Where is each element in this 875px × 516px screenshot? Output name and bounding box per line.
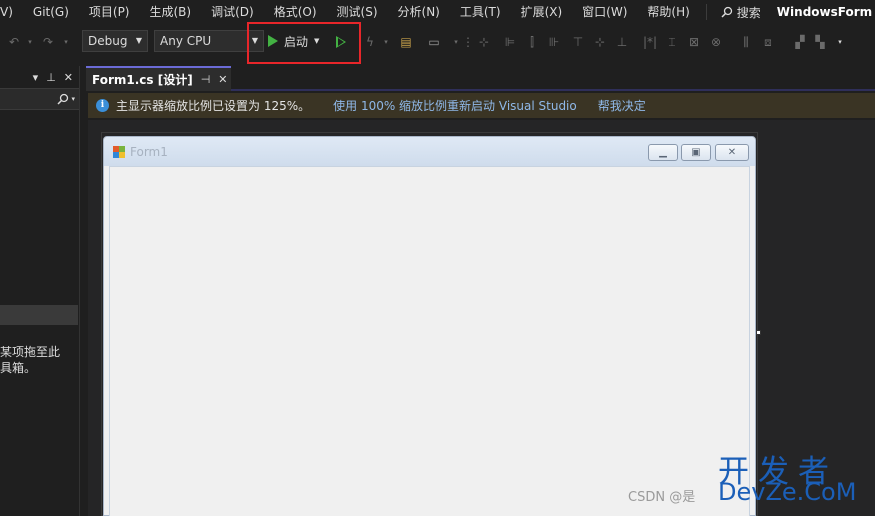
menu-tools[interactable]: 工具(T) [450,0,511,24]
tab-title: Form1.cs [设计] [92,73,193,87]
menu-view[interactable]: V) [0,0,23,24]
info-bar: i 主显示器缩放比例已设置为 125%。 使用 100% 缩放比例重新启动 Vi… [88,93,875,118]
toolbox-empty-hint: 某项拖至此 具箱。 [0,345,61,375]
chevron-down-icon[interactable]: ▾ [71,95,75,103]
restart-at-100-link[interactable]: 使用 100% 缩放比例重新启动 Visual Studio [333,97,577,114]
info-icon: i [96,99,109,112]
toolbar-overflow-icon[interactable]: ▾ [832,34,848,50]
window-layout-icon[interactable]: ▭ [426,34,442,50]
maximize-icon[interactable]: ▣ [681,144,711,161]
watermark-csdn: CSDN @是 [628,490,696,505]
menu-extensions[interactable]: 扩展(X) [511,0,573,24]
redo-dropdown-icon[interactable]: ▾ [58,34,74,50]
send-to-back-icon[interactable]: ▚ [812,34,828,50]
redo-icon[interactable]: ↷ [40,34,56,50]
make-same-height-icon[interactable]: ⌶ [664,34,680,50]
menu-help[interactable]: 帮助(H) [637,0,699,24]
align-right-icon[interactable]: ⊪ [546,34,562,50]
form-titlebar: Form1 ▁ ▣ ✕ [104,137,755,166]
standard-toolbar: ↶ ▾ ↷ ▾ Debug ▼ Any CPU ▼ 启动 ▼ ϟ ▾ ▤ ▭ ▾… [0,26,875,60]
form-app-icon [113,145,125,158]
form-resize-handle[interactable] [756,330,761,335]
search-label: 搜索 [736,5,761,20]
zoom-icon[interactable]: ⊗ [708,34,724,50]
menu-build[interactable]: 生成(B) [140,0,202,24]
solution-config-value: Debug [88,34,128,48]
hot-reload-dropdown-icon[interactable]: ▾ [378,34,394,50]
menu-format[interactable]: 格式(O) [264,0,327,24]
align-center-icon[interactable]: ⫿ [524,34,540,50]
help-me-decide-link[interactable]: 帮我决定 [598,97,646,114]
info-message: 主显示器缩放比例已设置为 125%。 [116,99,311,113]
form-title: Form1 [130,144,168,159]
toolbox-panel: ▾ ⊥ ✕ ▾ 某项拖至此 具箱。 [0,66,80,516]
close-icon[interactable]: ✕ [218,73,227,86]
horizontal-spacing-icon[interactable]: ⫼ [738,34,754,50]
undo-icon[interactable]: ↶ [6,34,22,50]
search-box[interactable]: 搜索 [713,4,769,21]
menu-project[interactable]: 项目(P) [79,0,140,24]
platform-value: Any CPU [160,34,212,48]
menu-separator [705,4,707,20]
toolbox-group-header[interactable] [0,305,78,325]
menu-bar: V) Git(G) 项目(P) 生成(B) 调试(D) 格式(O) 测试(S) … [0,0,875,24]
align-middle-icon[interactable]: ⊹ [592,34,608,50]
tab-form1-designer[interactable]: Form1.cs [设计] ⊣ ✕ [86,66,231,91]
toolbox-header: ▾ ⊥ ✕ [0,66,79,88]
align-grid-icon[interactable]: ⊹ [476,34,492,50]
form-window[interactable]: Form1 ▁ ▣ ✕ [103,136,756,516]
toolbar-grip-icon: ⋮ [462,35,474,49]
watermark-devze: DevZe.CoM [718,478,857,506]
size-to-grid-icon[interactable]: ⊠ [686,34,702,50]
document-tab-strip: Form1.cs [设计] ⊣ ✕ [86,66,875,91]
vertical-spacing-icon[interactable]: ⧈ [760,34,776,50]
align-top-icon[interactable]: ⊤ [570,34,586,50]
menu-window[interactable]: 窗口(W) [572,0,637,24]
menu-test[interactable]: 测试(S) [327,0,388,24]
menu-analyze[interactable]: 分析(N) [388,0,450,24]
hot-reload-icon[interactable]: ϟ [362,34,378,50]
close-icon[interactable]: ✕ [715,144,749,161]
annotation-highlight-box [247,22,361,64]
solution-config-dropdown[interactable]: Debug ▼ [82,30,148,52]
menu-debug[interactable]: 调试(D) [201,0,264,24]
minimize-icon[interactable]: ▁ [648,144,678,161]
folder-icon[interactable]: ▤ [398,34,414,50]
pin-icon[interactable]: ⊥ [46,71,56,84]
chevron-down-icon: ▼ [135,36,142,45]
undo-dropdown-icon[interactable]: ▾ [22,34,38,50]
align-left-icon[interactable]: ⊫ [502,34,518,50]
panel-dropdown-icon[interactable]: ▾ [33,71,39,84]
close-icon[interactable]: ✕ [64,71,73,84]
search-icon [57,93,69,105]
form-client-area[interactable] [109,166,750,516]
bring-to-front-icon[interactable]: ▞ [792,34,808,50]
solution-title: WindowsForm [776,5,873,19]
pin-icon[interactable]: ⊣ [201,73,211,86]
make-same-width-icon[interactable]: |*| [642,34,658,50]
menu-git[interactable]: Git(G) [23,0,79,24]
toolbox-search-field[interactable]: ▾ [0,88,79,110]
align-bottom-icon[interactable]: ⊥ [614,34,630,50]
search-icon [721,6,732,18]
